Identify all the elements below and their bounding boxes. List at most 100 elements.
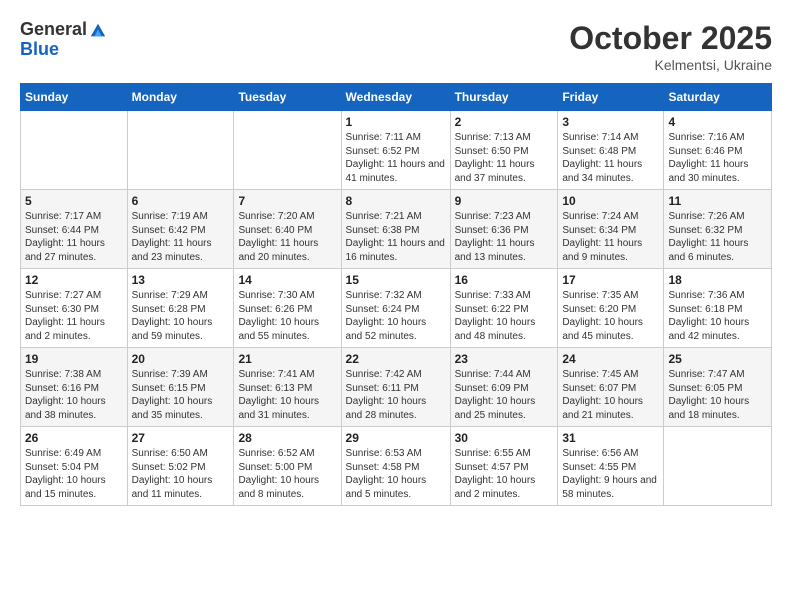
day-number: 3 [562,115,659,129]
day-number: 15 [346,273,446,287]
month-title: October 2025 [569,20,772,57]
calendar-week-row: 5Sunrise: 7:17 AM Sunset: 6:44 PM Daylig… [21,190,772,269]
calendar-header-row: SundayMondayTuesdayWednesdayThursdayFrid… [21,84,772,111]
day-info: Sunrise: 7:42 AM Sunset: 6:11 PM Dayligh… [346,368,446,422]
calendar-cell: 3 Sunrise: 7:14 AM Sunset: 6:48 PM Daylig… [558,111,664,190]
day-info: Sunrise: 6:52 AM Sunset: 5:00 PM Dayligh… [238,447,336,501]
day-number: 26 [25,431,123,445]
calendar-cell: 10 Sunrise: 7:24 AM Sunset: 6:34 PM Dayli… [558,190,664,269]
calendar-cell: 15 Sunrise: 7:32 AM Sunset: 6:24 PM Dayli… [341,269,450,348]
day-info: Sunrise: 6:56 AM Sunset: 4:55 PM Dayligh… [562,447,659,501]
day-info: Sunrise: 7:30 AM Sunset: 6:26 PM Dayligh… [238,289,336,343]
day-number: 16 [455,273,554,287]
day-number: 31 [562,431,659,445]
calendar-cell: 5Sunrise: 7:17 AM Sunset: 6:44 PM Daylig… [21,190,128,269]
calendar-cell: 22 Sunrise: 7:42 AM Sunset: 6:11 PM Dayli… [341,348,450,427]
calendar-cell: 21 Sunrise: 7:41 AM Sunset: 6:13 PM Dayli… [234,348,341,427]
day-info: Sunrise: 7:45 AM Sunset: 6:07 PM Dayligh… [562,368,659,422]
calendar-cell: 28 Sunrise: 6:52 AM Sunset: 5:00 PM Dayli… [234,427,341,506]
calendar-cell: 16 Sunrise: 7:33 AM Sunset: 6:22 PM Dayli… [450,269,558,348]
calendar-table: SundayMondayTuesdayWednesdayThursdayFrid… [20,83,772,506]
day-number: 21 [238,352,336,366]
calendar-cell: 8 Sunrise: 7:21 AM Sunset: 6:38 PM Daylig… [341,190,450,269]
day-info: Sunrise: 7:16 AM Sunset: 6:46 PM Dayligh… [668,131,767,185]
day-number: 19 [25,352,123,366]
calendar-cell [664,427,772,506]
subtitle: Kelmentsi, Ukraine [569,57,772,73]
column-header-thursday: Thursday [450,84,558,111]
logo-text: General Blue [20,20,107,60]
calendar-cell: 30Sunrise: 6:55 AM Sunset: 4:57 PM Dayli… [450,427,558,506]
day-number: 7 [238,194,336,208]
calendar-body: 1 Sunrise: 7:11 AM Sunset: 6:52 PM Daylig… [21,111,772,506]
day-number: 23 [455,352,554,366]
calendar-cell: 20 Sunrise: 7:39 AM Sunset: 6:15 PM Dayli… [127,348,234,427]
day-info: Sunrise: 6:49 AM Sunset: 5:04 PM Dayligh… [25,447,123,501]
day-info: Sunrise: 7:47 AM Sunset: 6:05 PM Dayligh… [668,368,767,422]
calendar-week-row: 26 Sunrise: 6:49 AM Sunset: 5:04 PM Dayli… [21,427,772,506]
day-info: Sunrise: 7:32 AM Sunset: 6:24 PM Dayligh… [346,289,446,343]
calendar-cell: 11Sunrise: 7:26 AM Sunset: 6:32 PM Dayli… [664,190,772,269]
calendar-week-row: 1 Sunrise: 7:11 AM Sunset: 6:52 PM Daylig… [21,111,772,190]
calendar-cell: 19 Sunrise: 7:38 AM Sunset: 6:16 PM Dayli… [21,348,128,427]
day-number: 9 [455,194,554,208]
calendar-cell: 4Sunrise: 7:16 AM Sunset: 6:46 PM Daylig… [664,111,772,190]
calendar-cell: 1 Sunrise: 7:11 AM Sunset: 6:52 PM Daylig… [341,111,450,190]
day-number: 17 [562,273,659,287]
day-info: Sunrise: 7:13 AM Sunset: 6:50 PM Dayligh… [455,131,554,185]
column-header-tuesday: Tuesday [234,84,341,111]
day-number: 24 [562,352,659,366]
day-info: Sunrise: 7:41 AM Sunset: 6:13 PM Dayligh… [238,368,336,422]
day-number: 14 [238,273,336,287]
day-info: Sunrise: 7:33 AM Sunset: 6:22 PM Dayligh… [455,289,554,343]
day-info: Sunrise: 6:53 AM Sunset: 4:58 PM Dayligh… [346,447,446,501]
calendar-cell: 29 Sunrise: 6:53 AM Sunset: 4:58 PM Dayli… [341,427,450,506]
day-info: Sunrise: 7:17 AM Sunset: 6:44 PM Dayligh… [25,210,123,264]
day-info: Sunrise: 7:35 AM Sunset: 6:20 PM Dayligh… [562,289,659,343]
day-info: Sunrise: 6:50 AM Sunset: 5:02 PM Dayligh… [132,447,230,501]
calendar-cell: 17 Sunrise: 7:35 AM Sunset: 6:20 PM Dayli… [558,269,664,348]
day-info: Sunrise: 7:21 AM Sunset: 6:38 PM Dayligh… [346,210,446,264]
column-header-monday: Monday [127,84,234,111]
logo-general: General [20,20,87,40]
day-number: 6 [132,194,230,208]
column-header-friday: Friday [558,84,664,111]
calendar-cell: 18Sunrise: 7:36 AM Sunset: 6:18 PM Dayli… [664,269,772,348]
logo-blue: Blue [20,40,107,60]
day-info: Sunrise: 7:11 AM Sunset: 6:52 PM Dayligh… [346,131,446,185]
calendar-cell: 12 Sunrise: 7:27 AM Sunset: 6:30 PM Dayli… [21,269,128,348]
day-number: 28 [238,431,336,445]
day-number: 2 [455,115,554,129]
day-number: 1 [346,115,446,129]
day-number: 10 [562,194,659,208]
day-info: Sunrise: 7:19 AM Sunset: 6:42 PM Dayligh… [132,210,230,264]
calendar-cell: 7 Sunrise: 7:20 AM Sunset: 6:40 PM Daylig… [234,190,341,269]
calendar-cell: 9 Sunrise: 7:23 AM Sunset: 6:36 PM Daylig… [450,190,558,269]
day-number: 20 [132,352,230,366]
day-info: Sunrise: 7:20 AM Sunset: 6:40 PM Dayligh… [238,210,336,264]
day-info: Sunrise: 7:27 AM Sunset: 6:30 PM Dayligh… [25,289,123,343]
day-number: 18 [668,273,767,287]
calendar-cell: 6 Sunrise: 7:19 AM Sunset: 6:42 PM Daylig… [127,190,234,269]
calendar-cell: 25 Sunrise: 7:47 AM Sunset: 6:05 PM Dayli… [664,348,772,427]
day-info: Sunrise: 7:23 AM Sunset: 6:36 PM Dayligh… [455,210,554,264]
day-number: 8 [346,194,446,208]
calendar-cell: 26 Sunrise: 6:49 AM Sunset: 5:04 PM Dayli… [21,427,128,506]
column-header-saturday: Saturday [664,84,772,111]
calendar-cell: 2 Sunrise: 7:13 AM Sunset: 6:50 PM Daylig… [450,111,558,190]
day-number: 29 [346,431,446,445]
day-number: 25 [668,352,767,366]
day-number: 11 [668,194,767,208]
day-info: Sunrise: 7:24 AM Sunset: 6:34 PM Dayligh… [562,210,659,264]
day-number: 12 [25,273,123,287]
day-info: Sunrise: 7:14 AM Sunset: 6:48 PM Dayligh… [562,131,659,185]
day-number: 22 [346,352,446,366]
calendar-cell: 14 Sunrise: 7:30 AM Sunset: 6:26 PM Dayli… [234,269,341,348]
calendar-cell [21,111,128,190]
day-info: Sunrise: 7:38 AM Sunset: 6:16 PM Dayligh… [25,368,123,422]
day-info: Sunrise: 7:39 AM Sunset: 6:15 PM Dayligh… [132,368,230,422]
day-info: Sunrise: 7:29 AM Sunset: 6:28 PM Dayligh… [132,289,230,343]
day-info: Sunrise: 6:55 AM Sunset: 4:57 PM Dayligh… [455,447,554,501]
column-header-wednesday: Wednesday [341,84,450,111]
calendar-week-row: 12 Sunrise: 7:27 AM Sunset: 6:30 PM Dayli… [21,269,772,348]
